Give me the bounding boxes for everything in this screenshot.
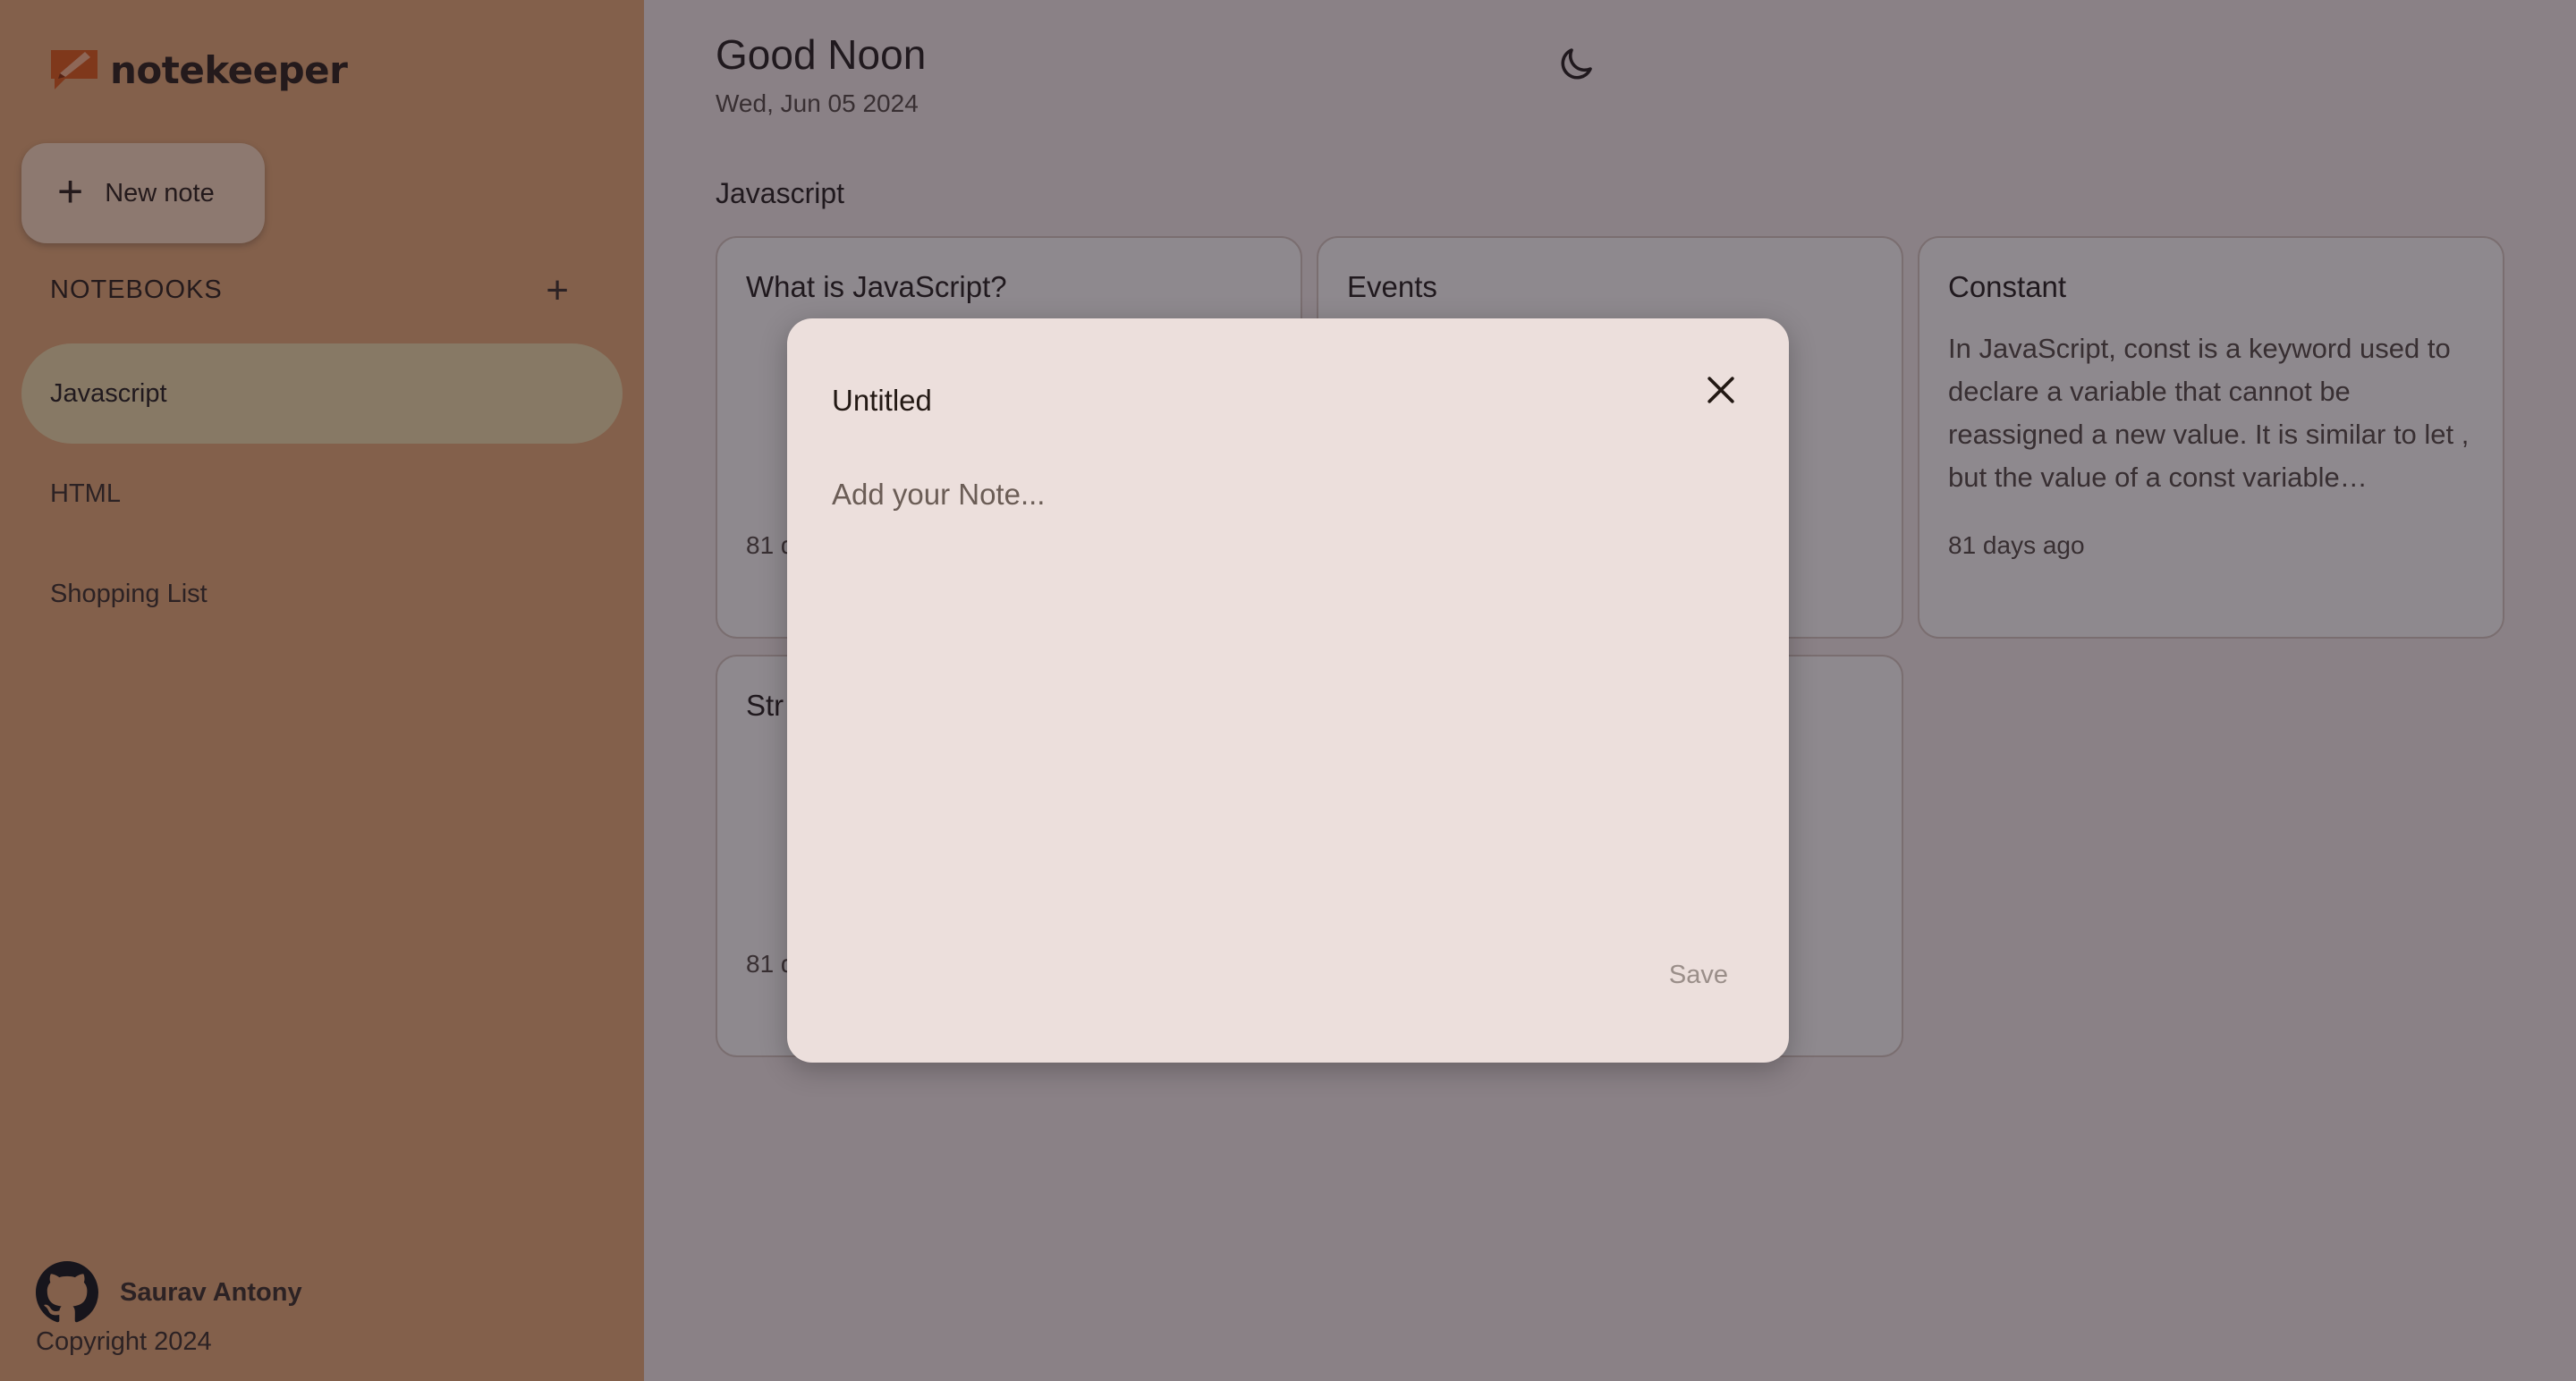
note-title-input[interactable]	[830, 383, 1603, 419]
close-icon	[1707, 377, 1734, 403]
new-note-dialog: Save	[787, 318, 1789, 1063]
close-button[interactable]	[1701, 370, 1741, 410]
save-button[interactable]: Save	[1664, 960, 1733, 991]
app: notekeeper + New note NOTEBOOKS + Javasc…	[0, 0, 2576, 1381]
note-body-input[interactable]	[830, 476, 1728, 891]
